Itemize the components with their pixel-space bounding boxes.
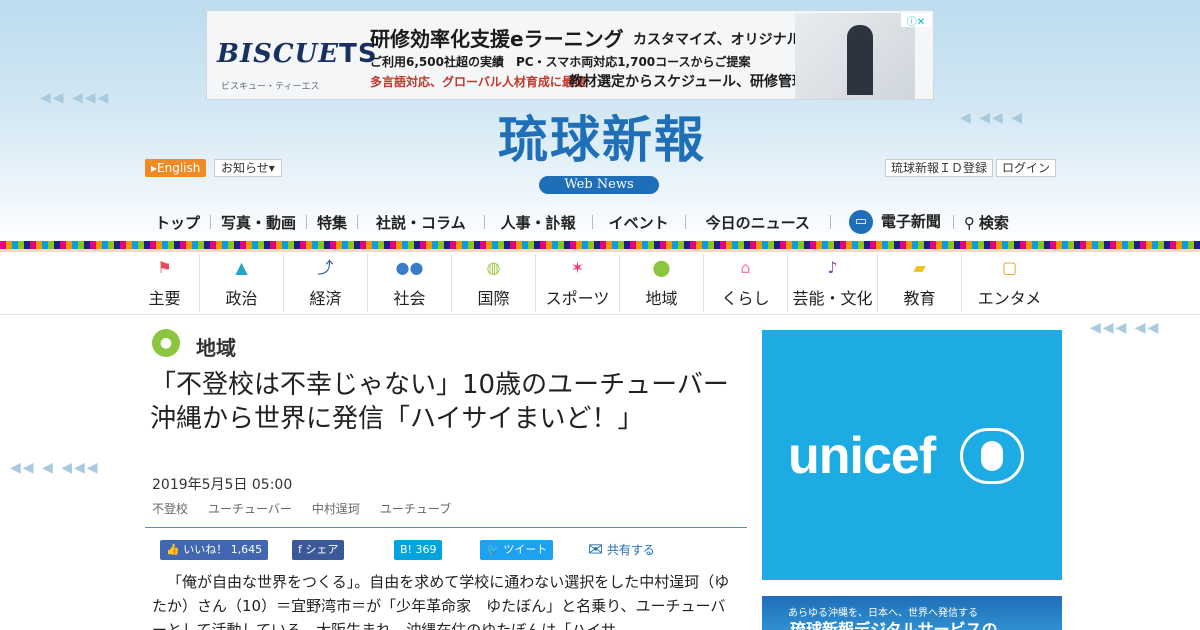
top-navigation: トップ 写真・動画 特集 社説・コラム 人事・訃報 イベント 今日のニュース ▭… [145,208,1055,236]
ad-person-image [795,13,915,99]
category-politics[interactable]: ▲ 政治 [200,254,284,312]
nav-photo-video[interactable]: 写真・動画 [211,212,306,233]
category-living[interactable]: ⌂ くらし [704,254,788,312]
article-headline: 「不登校は不幸じゃない」10歳のユーチューバー 沖縄から世界に発信「ハイサイまい… [150,370,755,434]
decorative-fish: ◀◀◀ ◀◀ [1090,320,1161,336]
chart-icon: ⤴ [317,258,334,277]
category-label: 地域 [645,289,678,308]
english-button[interactable]: ▸English [145,159,207,177]
decorative-fish: ◀◀ ◀ ◀◀◀ [10,460,100,476]
nav-personnel[interactable]: 人事・訃報 [485,212,592,233]
notice-dropdown[interactable]: お知らせ▾ [214,159,282,177]
site-logo[interactable]: 琉球新報 [452,110,752,170]
register-button[interactable]: 琉球新報ＩＤ登録 [885,159,994,177]
hatena-bookmark-button[interactable]: B! 369 [394,540,443,560]
article-region[interactable]: 地域 [196,332,236,361]
category-label: 国際 [477,289,510,308]
runner-icon: ✶ [570,258,585,277]
tag-link[interactable]: ユーチューバー [208,500,292,517]
mail-icon: ✉ [588,539,604,561]
ad-logo-text: BISCUE [217,39,340,69]
category-label: 主要 [148,289,181,308]
unicef-logo-text: unicef [788,427,936,485]
nav-event[interactable]: イベント [593,212,685,233]
government-icon: ▲ [235,258,248,277]
tweet-button[interactable]: 🐦 ツイート [480,540,554,560]
decorative-fish: ◀ ◀◀ ◀ [960,110,1024,126]
map-pin-icon: ● [152,329,180,357]
article-body: 「俺が自由な世界をつくる」。自由を求めて学校に通わない選択をした中村逞珂（ゆたか… [152,573,730,630]
nav-feature[interactable]: 特集 [307,212,357,233]
ad-banner[interactable]: BISCUETS ビスキュー・ティーエス 研修効率化支援eラーニング カスタマイ… [206,10,934,100]
home-icon: ⌂ [740,258,751,277]
category-label: エンタメ [977,289,1042,308]
category-label: 政治 [225,289,258,308]
decorative-band [0,241,1200,249]
monitor-icon: ▭ [848,210,873,234]
mail-share-label: 共有する [606,543,655,557]
login-button[interactable]: ログイン [996,159,1057,177]
category-label: 教育 [903,289,936,308]
tag-link[interactable]: 中村逞珂 [312,500,360,517]
category-label: 社会 [393,289,426,308]
map-pin-icon: ⬤ [652,258,671,277]
unicef-ad[interactable]: unicef [762,330,1062,580]
ad-logo: BISCUETS [217,39,377,79]
ad-logo-sub: ビスキュー・ティーエス [221,82,320,92]
tv-icon: ▢ [1001,258,1018,277]
article-tags: 不登校 ユーチューバー 中村逞珂 ユーチューブ [152,500,471,517]
nav-epaper[interactable]: ▭ 電子新聞 [831,210,953,234]
category-international[interactable]: ◍ 国際 [452,254,536,312]
music-icon: ♪ [827,258,838,277]
nav-search-label: 検索 [978,213,1009,232]
category-education[interactable]: ▰ 教育 [878,254,962,312]
ad-line2: ご利用6,500社超の実績 PC・スマホ両対応1,700コースからご提案 [370,55,751,69]
category-economy[interactable]: ⤴ 経済 [284,254,368,312]
unicef-emblem-icon [960,428,1024,484]
ad-close-icon[interactable]: ⓘ✕ [901,13,931,28]
nav-today-news[interactable]: 今日のニュース [686,212,830,233]
decorative-band-sub [0,249,1200,252]
nav-editorial[interactable]: 社説・コラム [358,212,484,233]
category-label: 経済 [309,289,342,308]
flag-icon: ⚑ [157,258,172,277]
digital-banner-title: 琉球新報デジタルサービスの [790,620,998,630]
facebook-share-button[interactable]: f シェア [292,540,345,560]
mail-share-button[interactable]: ✉ 共有する [588,540,655,560]
category-nav: ⚑ 主要 ▲ 政治 ⤴ 経済 ●● 社会 ◍ 国際 ✶ スポーツ ⬤ 地域 ⌂ くらし ♪ 芸能・… [130,254,1065,312]
webnews-badge: Web News [539,176,659,194]
category-entertainment[interactable]: ▢ エンタメ [962,254,1057,312]
graduation-icon: ▰ [913,258,926,277]
tag-link[interactable]: ユーチューブ [380,500,451,517]
category-main[interactable]: ⚑ 主要 [130,254,200,312]
globe-icon: ◍ [486,258,501,277]
category-divider [0,314,1200,315]
category-region[interactable]: ⬤ 地域 [620,254,704,312]
nav-top[interactable]: トップ [145,212,210,233]
decorative-fish: ◀◀ ◀◀◀ [40,90,111,106]
nav-search[interactable]: ⚲ 検索 [954,212,1019,233]
article-date: 2019年5月5日 05:00 [152,477,293,493]
ad-headline: 研修効率化支援eラーニング [370,27,624,51]
category-sports[interactable]: ✶ スポーツ [536,254,620,312]
facebook-like-button[interactable]: 👍 いいね！ 1,645 [160,540,269,560]
category-label: くらし [721,289,770,308]
ad-line3-red: 多言語対応、グローバル人材育成に最適 [370,75,586,89]
search-icon: ⚲ [963,213,975,232]
people-icon: ●● [395,258,424,277]
category-culture[interactable]: ♪ 芸能・文化 [788,254,878,312]
category-label: スポーツ [545,289,610,308]
article-divider [145,527,747,528]
category-label: 芸能・文化 [792,289,873,308]
nav-epaper-label: 電子新聞 [880,212,941,231]
tag-link[interactable]: 不登校 [152,500,188,517]
digital-service-banner[interactable]: あらゆる沖縄を、日本へ、世界へ発信する 琉球新報デジタルサービスの [762,596,1062,630]
category-society[interactable]: ●● 社会 [368,254,452,312]
